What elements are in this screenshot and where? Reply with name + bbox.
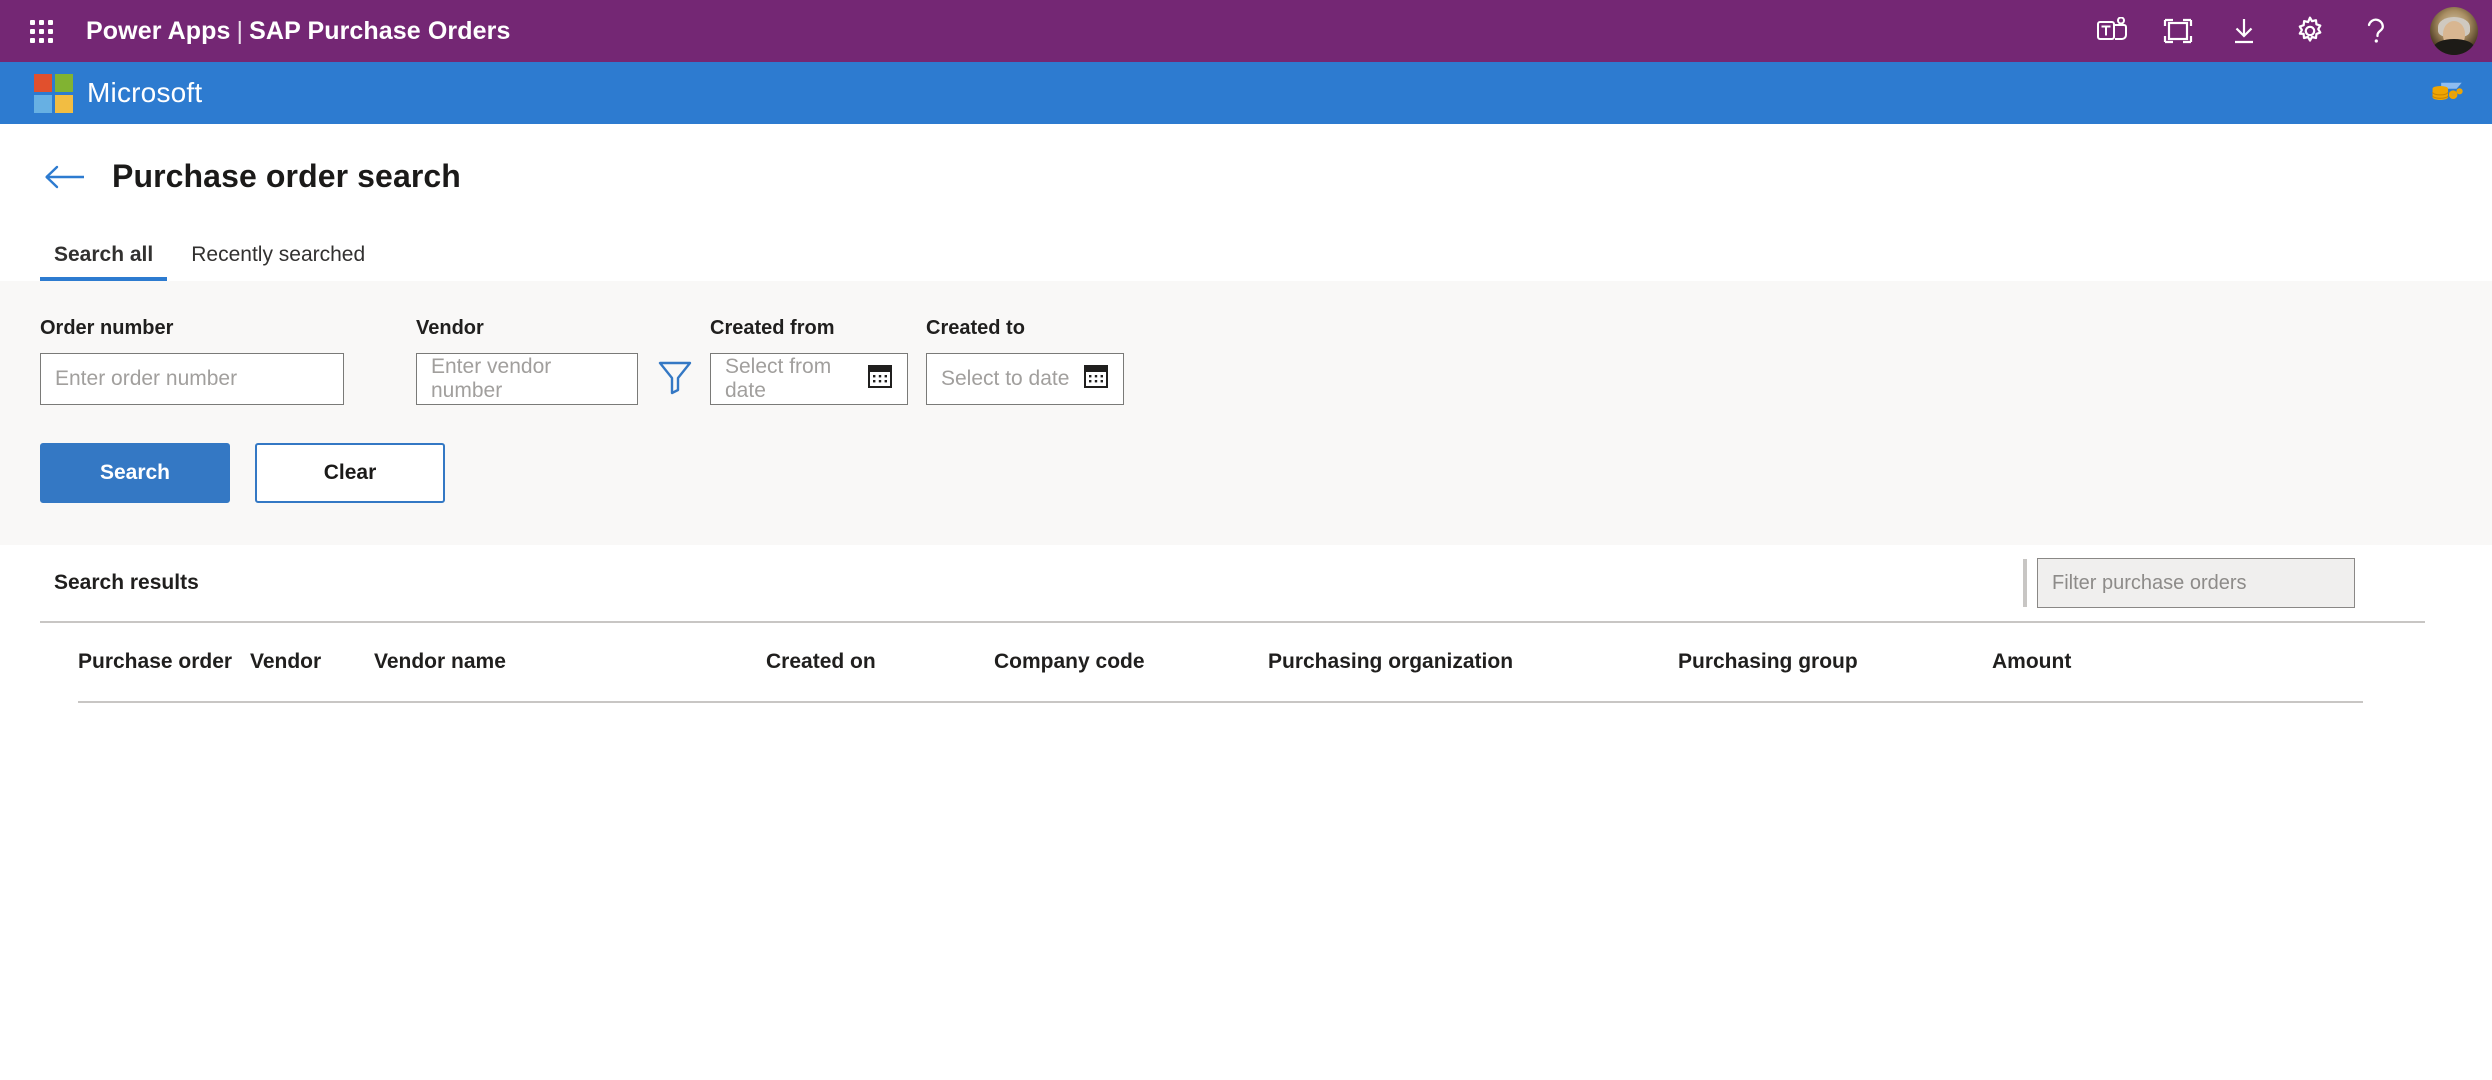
download-icon[interactable] [2226,13,2262,49]
page-header: Purchase order search [0,124,2492,195]
fullscreen-icon[interactable] [2160,13,2196,49]
suite-header-bar: Power Apps | SAP Purchase Orders [0,0,2492,62]
clear-button[interactable]: Clear [255,443,445,503]
order-number-input[interactable]: Enter order number [40,353,344,405]
brand-label: Power Apps [86,16,231,45]
app-name-label: SAP Purchase Orders [249,16,511,45]
tab-search-all[interactable]: Search all [40,243,168,281]
tab-recently-searched[interactable]: Recently searched [177,243,379,281]
column-header-vendor-name[interactable]: Vendor name [374,650,766,674]
column-header-vendor[interactable]: Vendor [250,650,374,674]
microsoft-logo: Microsoft [34,73,203,113]
search-form-area: Order number Enter order number Vendor E… [0,281,2492,545]
calendar-icon[interactable] [867,363,893,395]
teams-icon[interactable] [2094,13,2130,49]
created-to-input[interactable]: Select to date [926,353,1124,405]
search-button[interactable]: Search [40,443,230,503]
waffle-grid [29,19,53,43]
order-number-field-group: Order number Enter order number [40,317,344,405]
results-filter-wrap: Filter purchase orders [2023,545,2425,621]
column-header-created-on[interactable]: Created on [766,650,994,674]
page-title: Purchase order search [112,158,461,194]
results-table-header: Purchase order Vendor Vendor name Create… [78,623,2363,703]
title-separator: | [236,16,244,45]
vertical-divider [2023,559,2027,607]
search-field-row: Order number Enter order number Vendor E… [40,317,2492,405]
created-from-input[interactable]: Select from date [710,353,908,405]
column-header-company-code[interactable]: Company code [994,650,1268,674]
order-number-label: Order number [40,317,174,339]
created-from-label: Created from [710,317,835,339]
created-to-field-group: Created to Select to date [926,317,1124,405]
results-header: Search results Filter purchase orders [40,545,2425,623]
filter-funnel-icon[interactable] [658,359,692,395]
created-to-label: Created to [926,317,1025,339]
vendor-field-group: Vendor Enter vendor number [416,317,638,405]
tab-bar: Search all Recently searched [0,219,2492,281]
created-from-placeholder: Select from date [725,355,832,402]
microsoft-wordmark: Microsoft [87,77,203,108]
column-header-amount[interactable]: Amount [1992,650,2071,674]
back-arrow-icon[interactable] [44,164,86,190]
column-header-purchasing-organization[interactable]: Purchasing organization [1268,650,1678,674]
vendor-input[interactable]: Enter vendor number [416,353,638,405]
microsoft-banner: Microsoft [0,62,2492,124]
microsoft-logo-squares-icon [34,73,73,113]
filter-purchase-orders-input[interactable]: Filter purchase orders [2037,558,2355,608]
banner-right-actions [2430,62,2466,124]
created-from-field-group: Created from Select from date [710,317,908,405]
created-to-placeholder: Select to date [941,367,1070,390]
avatar-coat [2434,39,2474,55]
results-table-body [40,703,2425,903]
suite-bar-actions [2094,0,2478,62]
vendor-label: Vendor [416,317,484,339]
column-header-purchase-order[interactable]: Purchase order [78,650,250,674]
app-launcher-waffle-icon[interactable] [18,8,64,54]
form-button-row: Search Clear [40,443,2492,503]
suite-title: Power Apps | SAP Purchase Orders [86,17,510,46]
avatar[interactable] [2430,7,2478,55]
results-title: Search results [54,571,199,594]
help-icon[interactable] [2358,13,2394,49]
column-header-purchasing-group[interactable]: Purchasing group [1678,650,1992,674]
settings-gear-icon[interactable] [2292,13,2328,49]
database-settings-icon[interactable] [2430,75,2466,111]
search-results-panel: Search results Filter purchase orders Pu… [40,545,2425,1080]
calendar-icon[interactable] [1083,363,1109,395]
